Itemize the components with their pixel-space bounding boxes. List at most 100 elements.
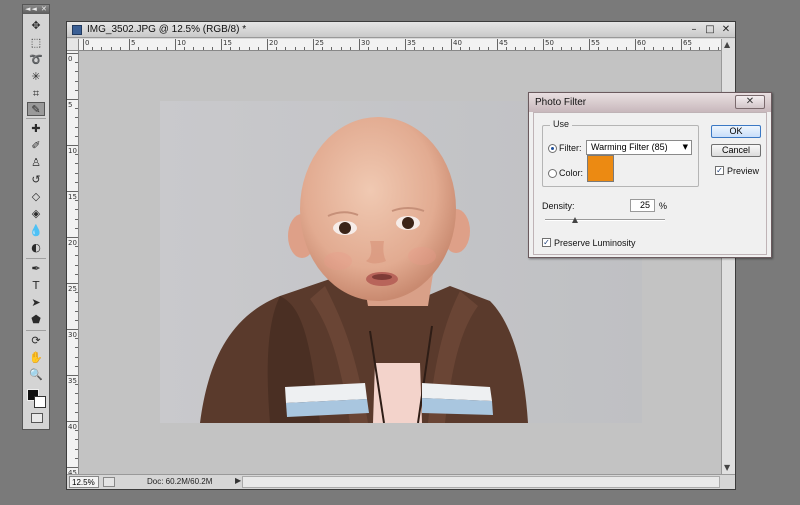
filter-dropdown[interactable]: Warming Filter (85) ▼ [586, 140, 692, 155]
ruler-label: 25 [315, 39, 324, 47]
horizontal-ruler[interactable]: 0 5 10 15 20 25 30 35 40 45 50 55 60 65 [79, 39, 721, 51]
density-slider-thumb[interactable] [572, 217, 578, 223]
type-tool-icon[interactable]: T [27, 279, 45, 293]
ruler-tick [221, 39, 222, 50]
ruler-tick [211, 47, 213, 50]
dialog-close-button[interactable]: ✕ [735, 95, 765, 109]
crop-tool-icon[interactable]: ⌗ [27, 87, 45, 101]
ruler-tick [193, 47, 195, 50]
ruler-tick [497, 39, 498, 50]
ruler-label: 60 [637, 39, 646, 47]
zoom-tool-icon[interactable]: 🔍 [27, 368, 45, 382]
healing-brush-tool-icon[interactable]: ✚ [27, 122, 45, 136]
vertical-ruler[interactable]: 0 5 10 15 20 25 30 35 40 45 [67, 51, 79, 474]
ruler-tick [681, 39, 682, 50]
preserve-luminosity-checkbox[interactable]: ✓ [542, 238, 551, 247]
minimize-button[interactable]: – [687, 24, 701, 35]
eyedropper-tool-icon[interactable]: ✎ [27, 102, 45, 116]
ruler-tick [377, 47, 379, 50]
tools-panel-header[interactable]: ◄◄ ✕ [23, 5, 49, 14]
ruler-tick [75, 71, 78, 73]
photoshop-document-icon [72, 25, 82, 35]
ruler-label: 15 [68, 193, 77, 201]
ruler-tick [414, 47, 416, 50]
preview-checkbox[interactable]: ✓ [715, 166, 724, 175]
ruler-label: 25 [68, 285, 77, 293]
ruler-tick [644, 47, 646, 50]
ruler-tick [75, 411, 78, 413]
ruler-tick [75, 135, 78, 137]
color-radio[interactable] [548, 169, 557, 178]
filter-color-swatch[interactable] [587, 155, 614, 182]
maximize-button[interactable]: □ [703, 24, 717, 35]
zoom-level-field[interactable]: 12.5% [69, 476, 99, 488]
filter-radio[interactable] [548, 144, 557, 153]
color-label: Color: [559, 168, 584, 178]
3d-rotate-tool-icon[interactable]: ⟳ [27, 334, 45, 348]
blur-tool-icon[interactable]: 💧 [27, 224, 45, 238]
ruler-tick [75, 273, 78, 275]
density-slider-track[interactable] [545, 219, 665, 221]
dialog-body: Use Filter: Warming Filter (85) ▼ Color:… [533, 112, 767, 255]
horizontal-scrollbar[interactable] [242, 476, 720, 488]
ruler-tick [589, 39, 590, 50]
ruler-tick [110, 47, 112, 50]
eraser-tool-icon[interactable]: ◇ [27, 190, 45, 204]
magic-wand-tool-icon[interactable]: ✳ [27, 70, 45, 84]
density-input[interactable]: 25 [630, 199, 655, 212]
ruler-tick [570, 47, 572, 50]
quick-mask-icon[interactable] [31, 413, 43, 423]
ruler-tick [515, 47, 517, 50]
background-color-swatch[interactable] [34, 396, 46, 408]
ruler-tick [75, 264, 78, 266]
close-document-button[interactable]: ✕ [719, 24, 733, 35]
move-tool-icon[interactable]: ✥ [27, 19, 45, 33]
history-brush-tool-icon[interactable]: ↺ [27, 173, 45, 187]
lasso-tool-icon[interactable]: ➰ [27, 53, 45, 67]
ruler-tick [561, 47, 563, 50]
ruler-label: 20 [68, 239, 77, 247]
paint-bucket-tool-icon[interactable]: ◈ [27, 207, 45, 221]
cancel-button[interactable]: Cancel [711, 144, 761, 157]
ruler-label: 55 [591, 39, 600, 47]
ruler-label: 0 [68, 55, 73, 63]
brush-tool-icon[interactable]: ✐ [27, 139, 45, 153]
ruler-label: 5 [68, 101, 73, 109]
ruler-tick [423, 47, 425, 50]
ruler-tick [616, 47, 618, 50]
ruler-tick [75, 117, 78, 119]
hand-tool-icon[interactable]: ✋ [27, 351, 45, 365]
clone-stamp-tool-icon[interactable]: ♙ [27, 156, 45, 170]
status-menu-arrow-icon[interactable]: ▶ [235, 476, 241, 485]
filter-label: Filter: [559, 143, 582, 153]
pen-tool-icon[interactable]: ✒ [27, 262, 45, 276]
ruler-tick [67, 467, 78, 468]
marquee-tool-icon[interactable]: ⬚ [27, 36, 45, 50]
ruler-tick [331, 47, 333, 50]
scroll-down-icon[interactable]: ▼ [724, 463, 730, 472]
ok-button[interactable]: OK [711, 125, 761, 138]
path-selection-tool-icon[interactable]: ➤ [27, 296, 45, 310]
status-info-icon[interactable] [103, 477, 115, 487]
ruler-tick [340, 47, 342, 50]
ruler-tick [67, 421, 78, 422]
ruler-tick [451, 39, 452, 50]
ruler-tick [75, 163, 78, 165]
ruler-label: 40 [453, 39, 462, 47]
shape-tool-icon[interactable]: ⬟ [27, 313, 45, 327]
ruler-origin[interactable] [67, 39, 79, 51]
document-titlebar[interactable]: IMG_3502.JPG @ 12.5% (RGB/8) * – □ ✕ [67, 22, 735, 38]
dodge-tool-icon[interactable]: ◐ [27, 241, 45, 255]
ruler-label: 40 [68, 423, 77, 431]
ruler-tick [533, 47, 535, 50]
scroll-up-icon[interactable]: ▲ [724, 40, 730, 49]
ruler-tick [75, 365, 78, 367]
document-size-info: Doc: 60.2M/60.2M [147, 477, 213, 486]
ruler-tick [75, 108, 78, 110]
ruler-tick [543, 39, 544, 50]
ruler-tick [67, 237, 78, 238]
ruler-tick [67, 375, 78, 376]
ruler-tick [75, 310, 78, 312]
ruler-tick [129, 39, 130, 50]
ruler-label: 10 [177, 39, 186, 47]
